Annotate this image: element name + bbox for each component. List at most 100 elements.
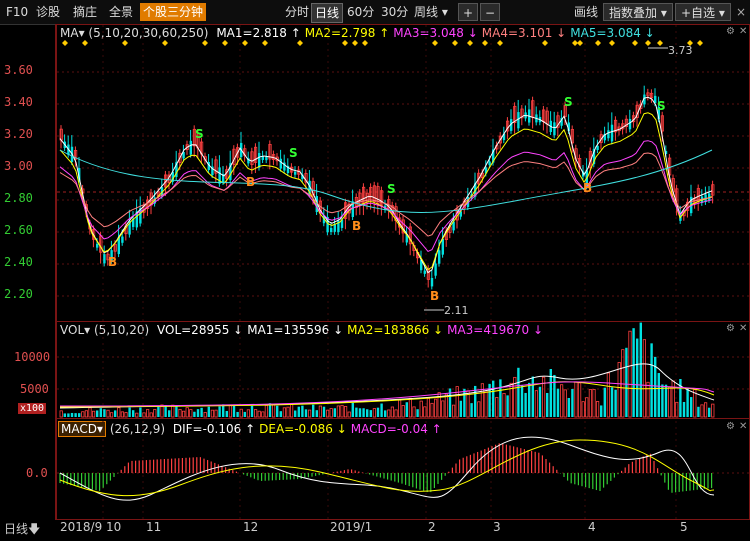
volume-bar [556,388,560,417]
volume-bar [704,402,708,418]
sell-marker: S [387,182,396,196]
volume-bar [711,403,715,418]
volume-bar [358,408,362,417]
volume-bar [153,409,157,418]
volume-bar [243,411,246,417]
volume-bar [690,397,693,417]
buy-marker: B [583,181,592,195]
volume-bar [369,410,372,417]
diamond-marker [497,40,503,46]
volume-bar [307,409,312,418]
volume-bar [682,401,686,417]
volume-bar [495,397,499,418]
diamond-marker [645,40,651,46]
diamond-marker [162,40,168,46]
volume-bar [401,405,405,418]
volume-bar [433,398,438,418]
sell-marker: S [657,99,666,113]
volume-bar [181,410,186,418]
volume-bar [59,410,63,418]
volume-bar [380,403,383,417]
candle-body [628,118,632,130]
volume-bar [574,381,578,418]
volume-bar [70,412,74,417]
volume-bar [210,409,214,418]
diamond-marker [577,40,583,46]
candle-body [708,193,711,200]
volume-bar [99,408,102,417]
volume-bar [632,328,635,417]
volume-bar [207,406,210,417]
volume-bar [279,411,282,417]
volume-bar [67,413,70,417]
volume-bar [560,384,564,418]
volume-bar [250,405,254,417]
volume-bar [477,401,481,418]
diamond-marker [342,40,348,46]
volume-bar [336,405,341,418]
volume-bar [581,401,585,418]
volume-bar [639,322,642,417]
volume-bar [222,404,225,417]
volume-bar [390,406,395,418]
diamond-marker [632,40,638,46]
candle-body [333,224,336,232]
volume-bar [423,406,427,418]
volume-bar [384,410,387,417]
volume-bar [92,410,96,418]
volume-bar [88,407,92,418]
buy-marker: B [430,289,439,303]
buy-marker: B [246,175,255,189]
volume-bar [700,404,704,418]
volume-bar [636,338,639,417]
volume-bar [171,404,175,418]
candle-body [441,238,444,255]
volume-bar [517,367,520,417]
volume-bar [196,409,200,417]
volume-bar [343,405,348,418]
volume-bar [499,379,502,417]
volume-bar [110,412,114,418]
volume-bar [451,404,456,418]
volume-bar [492,380,495,417]
volume-bar [78,413,81,417]
volume-bar [239,408,243,418]
volume-bar [661,384,664,417]
diamond-marker [62,40,68,46]
volume-bar [412,406,416,418]
volume-bar [246,409,250,418]
volume-bar [139,407,142,417]
volume-bar [304,409,308,417]
volume-bar [520,385,524,417]
kline-chart[interactable]: B B B B B S S S S S 3.73 2.11 [0,0,750,539]
diamond-marker [657,40,663,46]
candle-body [265,156,268,161]
volume-bar [178,409,182,418]
diamond-marker [262,40,268,46]
volume-bar [351,402,354,417]
volume-bar [185,407,189,418]
volume-bar [484,390,488,418]
volume-bar [96,410,99,417]
volume-bar [686,388,689,417]
volume-bar [502,392,506,418]
volume-bar [225,410,228,417]
volume-bar [430,402,434,418]
volume-bar [614,389,617,417]
volume-bar [592,389,596,418]
volume-bar [394,409,398,418]
sell-marker: S [195,127,204,141]
diamond-marker [242,40,248,46]
volume-bar [405,402,408,417]
candle-body [261,156,264,160]
volume-bar [145,409,150,418]
volume-bar [200,407,203,417]
candle-body [258,153,261,168]
volume-bar [132,410,135,417]
candle-body [279,158,282,169]
volume-bar [264,404,269,418]
macd-histogram [59,436,715,501]
volume-bar [329,408,333,418]
volume-bar [355,407,358,417]
volume-bar [563,389,567,418]
